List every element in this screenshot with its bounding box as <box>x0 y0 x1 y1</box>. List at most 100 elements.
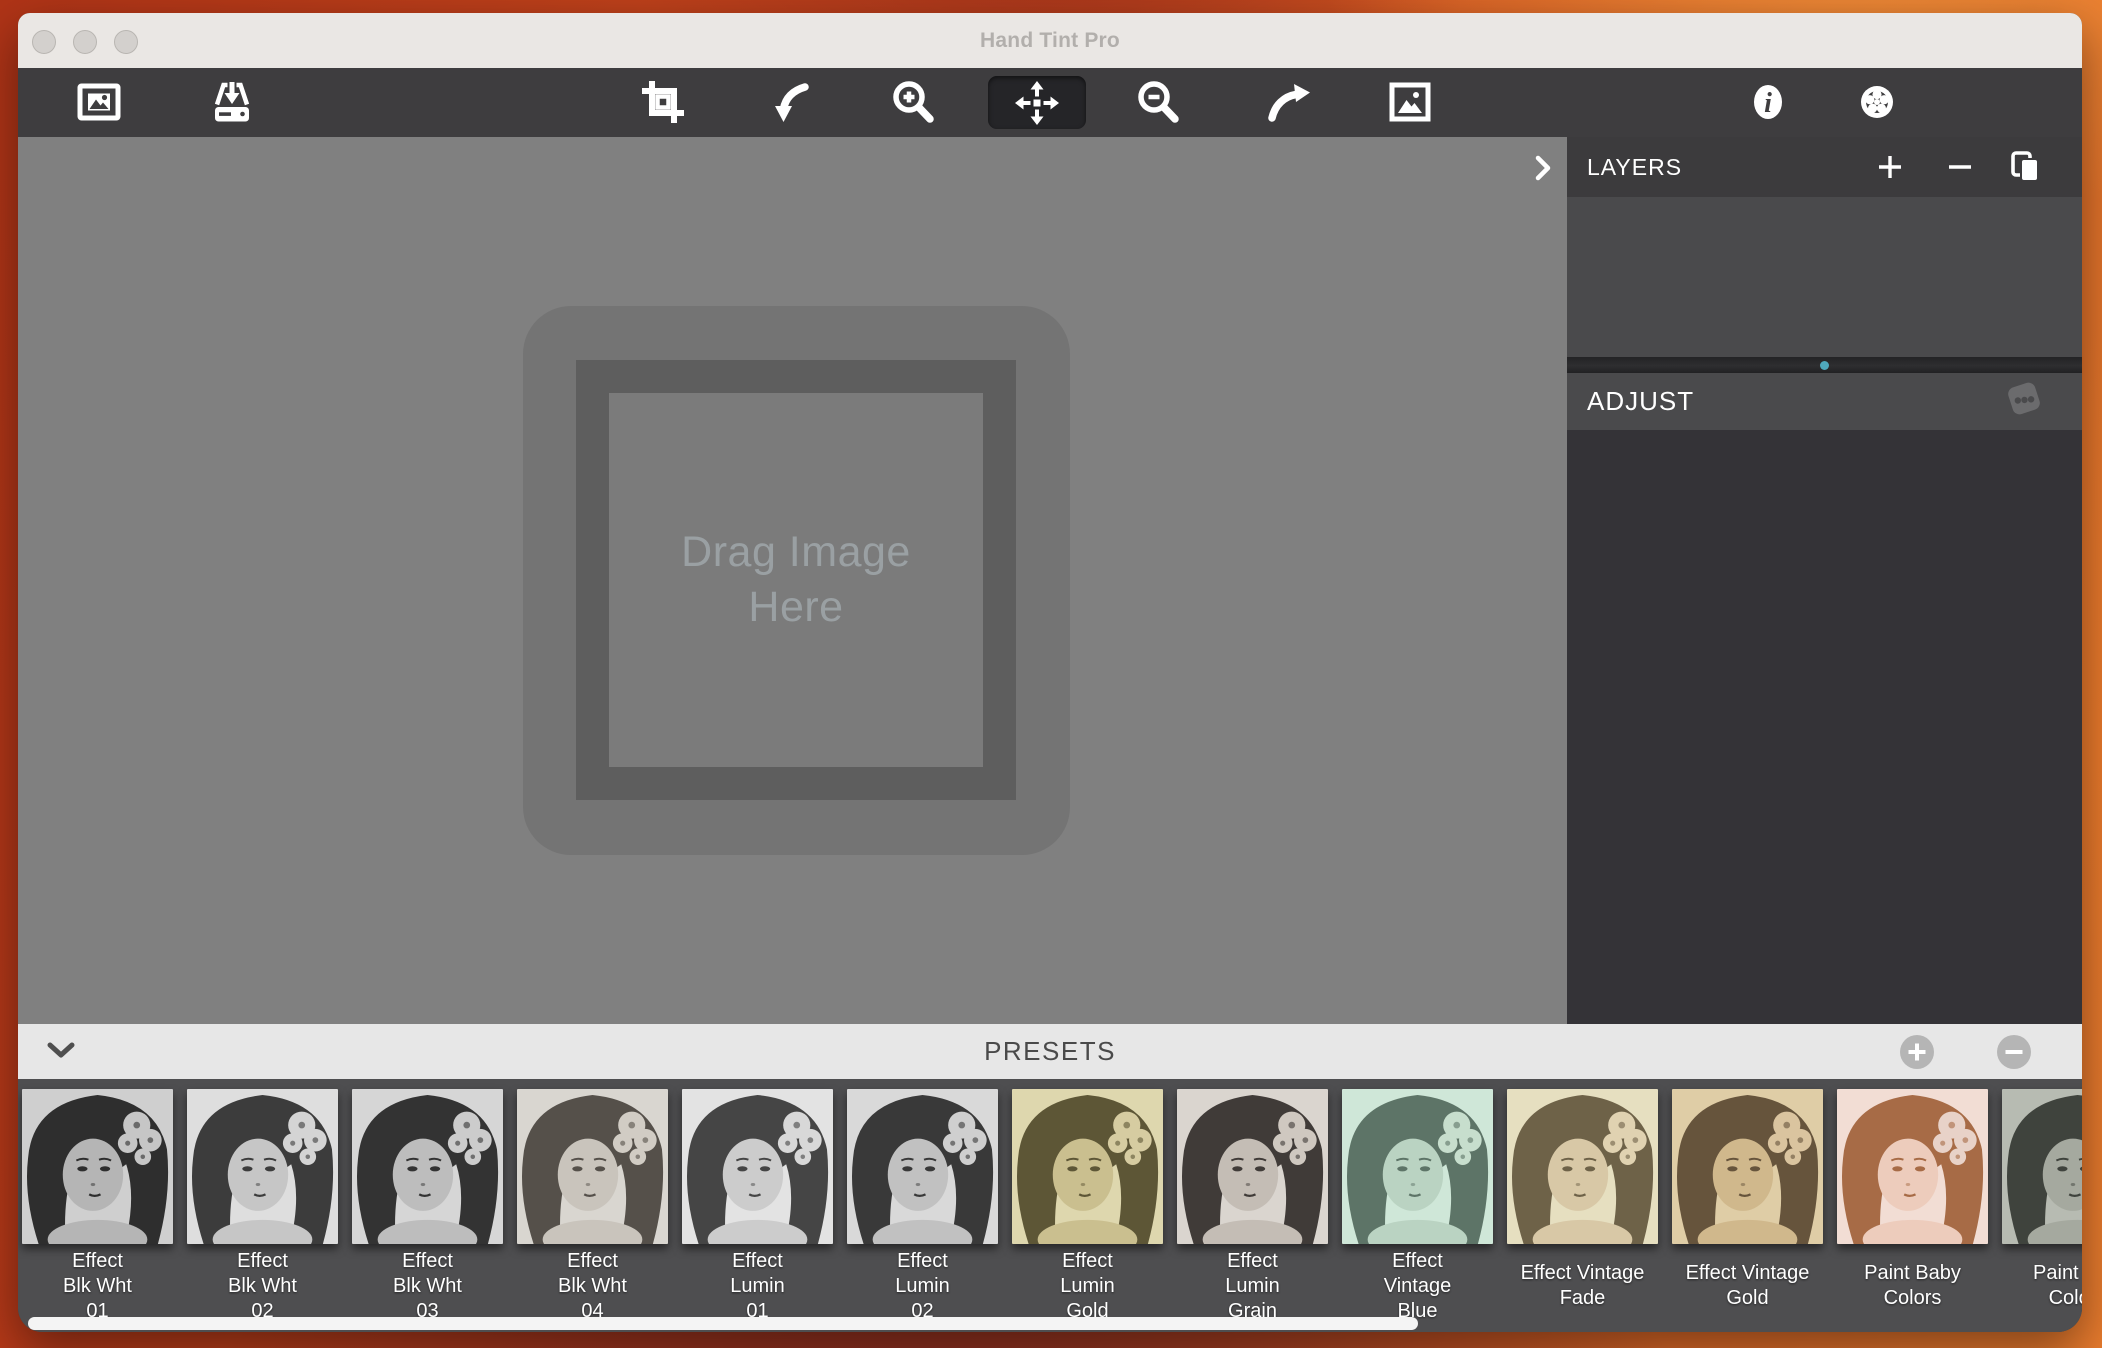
random-adjust-icon[interactable] <box>2004 378 2044 425</box>
redo-tool-button[interactable] <box>1263 78 1311 126</box>
panel-resize-handle[interactable] <box>1567 357 2082 373</box>
presets-minus-button[interactable] <box>1997 1035 2031 1069</box>
preset-label: Effect Blk Wht 03 <box>344 1246 511 1326</box>
portrait-thumbnail-image <box>1507 1089 1658 1244</box>
portrait-thumbnail-image <box>187 1089 338 1244</box>
rotate-tool-button[interactable] <box>764 78 812 126</box>
move-icon <box>1015 81 1059 125</box>
crop-icon <box>639 78 687 126</box>
preset-thumbnail <box>187 1089 338 1244</box>
preset-item[interactable]: Effect Vintage Gold <box>1672 1089 1823 1326</box>
portrait-thumbnail-image <box>2002 1089 2082 1244</box>
zoom-in-tool-button[interactable] <box>889 78 937 126</box>
portrait-thumbnail-image <box>1012 1089 1163 1244</box>
preset-thumbnail <box>1507 1089 1658 1244</box>
info-button[interactable]: i <box>1744 78 1792 126</box>
preset-label: Paint Baby Colors <box>1829 1246 1996 1326</box>
portrait-thumbnail-image <box>1837 1089 1988 1244</box>
drop-zone-frame: Drag Image Here <box>576 360 1016 800</box>
presets-plus-button[interactable] <box>1900 1035 1934 1069</box>
portrait-thumbnail-image <box>682 1089 833 1244</box>
rotate-arrow-icon <box>764 78 812 126</box>
import-icon <box>208 78 256 126</box>
info-icon: i <box>1744 78 1792 126</box>
preset-label: Paint Mos Colors <box>1994 1246 2082 1326</box>
resize-handle-dot <box>1820 361 1829 370</box>
open-image-button[interactable] <box>75 78 123 126</box>
preset-item[interactable]: Effect Blk Wht 02 <box>187 1089 338 1326</box>
window-title: Hand Tint Pro <box>18 13 2082 68</box>
adjust-panel-title: ADJUST <box>1587 386 1694 417</box>
duplicate-icon <box>2010 150 2042 184</box>
svg-text:i: i <box>1764 88 1772 119</box>
portrait-thumbnail-image <box>1672 1089 1823 1244</box>
desktop-background: Hand Tint Pro <box>0 0 2102 1348</box>
dice-icon <box>2004 378 2044 418</box>
toolbar: i <box>18 68 2082 137</box>
preset-thumbnail <box>22 1089 173 1244</box>
preset-thumbnail <box>352 1089 503 1244</box>
portrait-thumbnail-image <box>517 1089 668 1244</box>
portrait-thumbnail-image <box>1342 1089 1493 1244</box>
preset-item[interactable]: Effect Vintage Fade <box>1507 1089 1658 1326</box>
preset-item[interactable]: Effect Blk Wht 01 <box>22 1089 173 1326</box>
preset-thumbnail <box>847 1089 998 1244</box>
chevron-down-icon <box>47 1042 75 1059</box>
preset-label: Effect Blk Wht 04 <box>509 1246 676 1326</box>
portrait-thumbnail-image <box>847 1089 998 1244</box>
preset-label: Effect Lumin 02 <box>839 1246 1006 1326</box>
remove-layer-button[interactable] <box>1946 153 1974 181</box>
preset-label: Effect Vintage Blue <box>1334 1246 1501 1326</box>
preset-item[interactable]: Effect Blk Wht 04 <box>517 1089 668 1326</box>
preset-item[interactable]: Effect Vintage Blue <box>1342 1089 1493 1326</box>
layers-list[interactable] <box>1567 197 2082 357</box>
app-window: Hand Tint Pro <box>18 13 2082 1332</box>
open-image-icon <box>75 78 123 126</box>
preset-item[interactable]: Effect Lumin Gold <box>1012 1089 1163 1326</box>
preset-item[interactable]: Effect Lumin Grain <box>1177 1089 1328 1326</box>
crop-tool-button[interactable] <box>639 78 687 126</box>
preset-item[interactable]: Paint Mos Colors <box>2002 1089 2082 1326</box>
preset-thumbnail <box>2002 1089 2082 1244</box>
add-layer-button[interactable] <box>1876 153 1904 181</box>
effects-flower-icon <box>1853 78 1901 126</box>
redo-arrow-icon <box>1263 78 1311 126</box>
presets-scrollbar[interactable] <box>28 1317 1418 1330</box>
plus-icon <box>1876 153 1904 181</box>
image-frame-button[interactable] <box>1386 78 1434 126</box>
collapse-presets-chevron[interactable] <box>43 1038 79 1066</box>
chevron-right-icon <box>1535 155 1551 181</box>
plus-icon <box>1907 1042 1927 1062</box>
duplicate-layer-button[interactable] <box>2010 150 2042 184</box>
preset-thumbnail <box>1342 1089 1493 1244</box>
preset-item[interactable]: Effect Lumin 01 <box>682 1089 833 1326</box>
presets-row: Effect Blk Wht 01 <box>22 1089 2082 1326</box>
preset-thumbnail <box>682 1089 833 1244</box>
layers-panel-header: LAYERS <box>1567 137 2082 197</box>
preset-item[interactable]: Effect Lumin 02 <box>847 1089 998 1326</box>
canvas-area[interactable]: Drag Image Here <box>18 137 1567 1024</box>
move-tool-button[interactable] <box>988 76 1086 129</box>
preset-label: Effect Blk Wht 02 <box>179 1246 346 1326</box>
preset-thumbnail <box>517 1089 668 1244</box>
preset-label: Effect Lumin Gold <box>1004 1246 1171 1326</box>
preset-thumbnail <box>1177 1089 1328 1244</box>
adjust-panel-content <box>1567 430 2082 1024</box>
preset-label: Effect Vintage Gold <box>1664 1246 1831 1326</box>
preset-thumbnail <box>1672 1089 1823 1244</box>
drop-zone[interactable]: Drag Image Here <box>523 306 1070 855</box>
presets-bar: PRESETS <box>18 1024 2082 1079</box>
effects-flower-button[interactable] <box>1853 78 1901 126</box>
zoom-in-icon <box>889 78 937 126</box>
import-image-button[interactable] <box>208 78 256 126</box>
preset-label: Effect Blk Wht 01 <box>18 1246 181 1326</box>
layers-panel-title: LAYERS <box>1587 154 1682 181</box>
preset-item[interactable]: Paint Baby Colors <box>1837 1089 1988 1326</box>
right-sidebar: LAYERS <box>1567 137 2082 1024</box>
preset-thumbnail <box>1012 1089 1163 1244</box>
collapse-panel-chevron[interactable] <box>1533 155 1553 183</box>
preset-label: Effect Lumin 01 <box>674 1246 841 1326</box>
zoom-out-tool-button[interactable] <box>1134 78 1182 126</box>
minus-icon <box>1946 153 1974 181</box>
preset-item[interactable]: Effect Blk Wht 03 <box>352 1089 503 1326</box>
